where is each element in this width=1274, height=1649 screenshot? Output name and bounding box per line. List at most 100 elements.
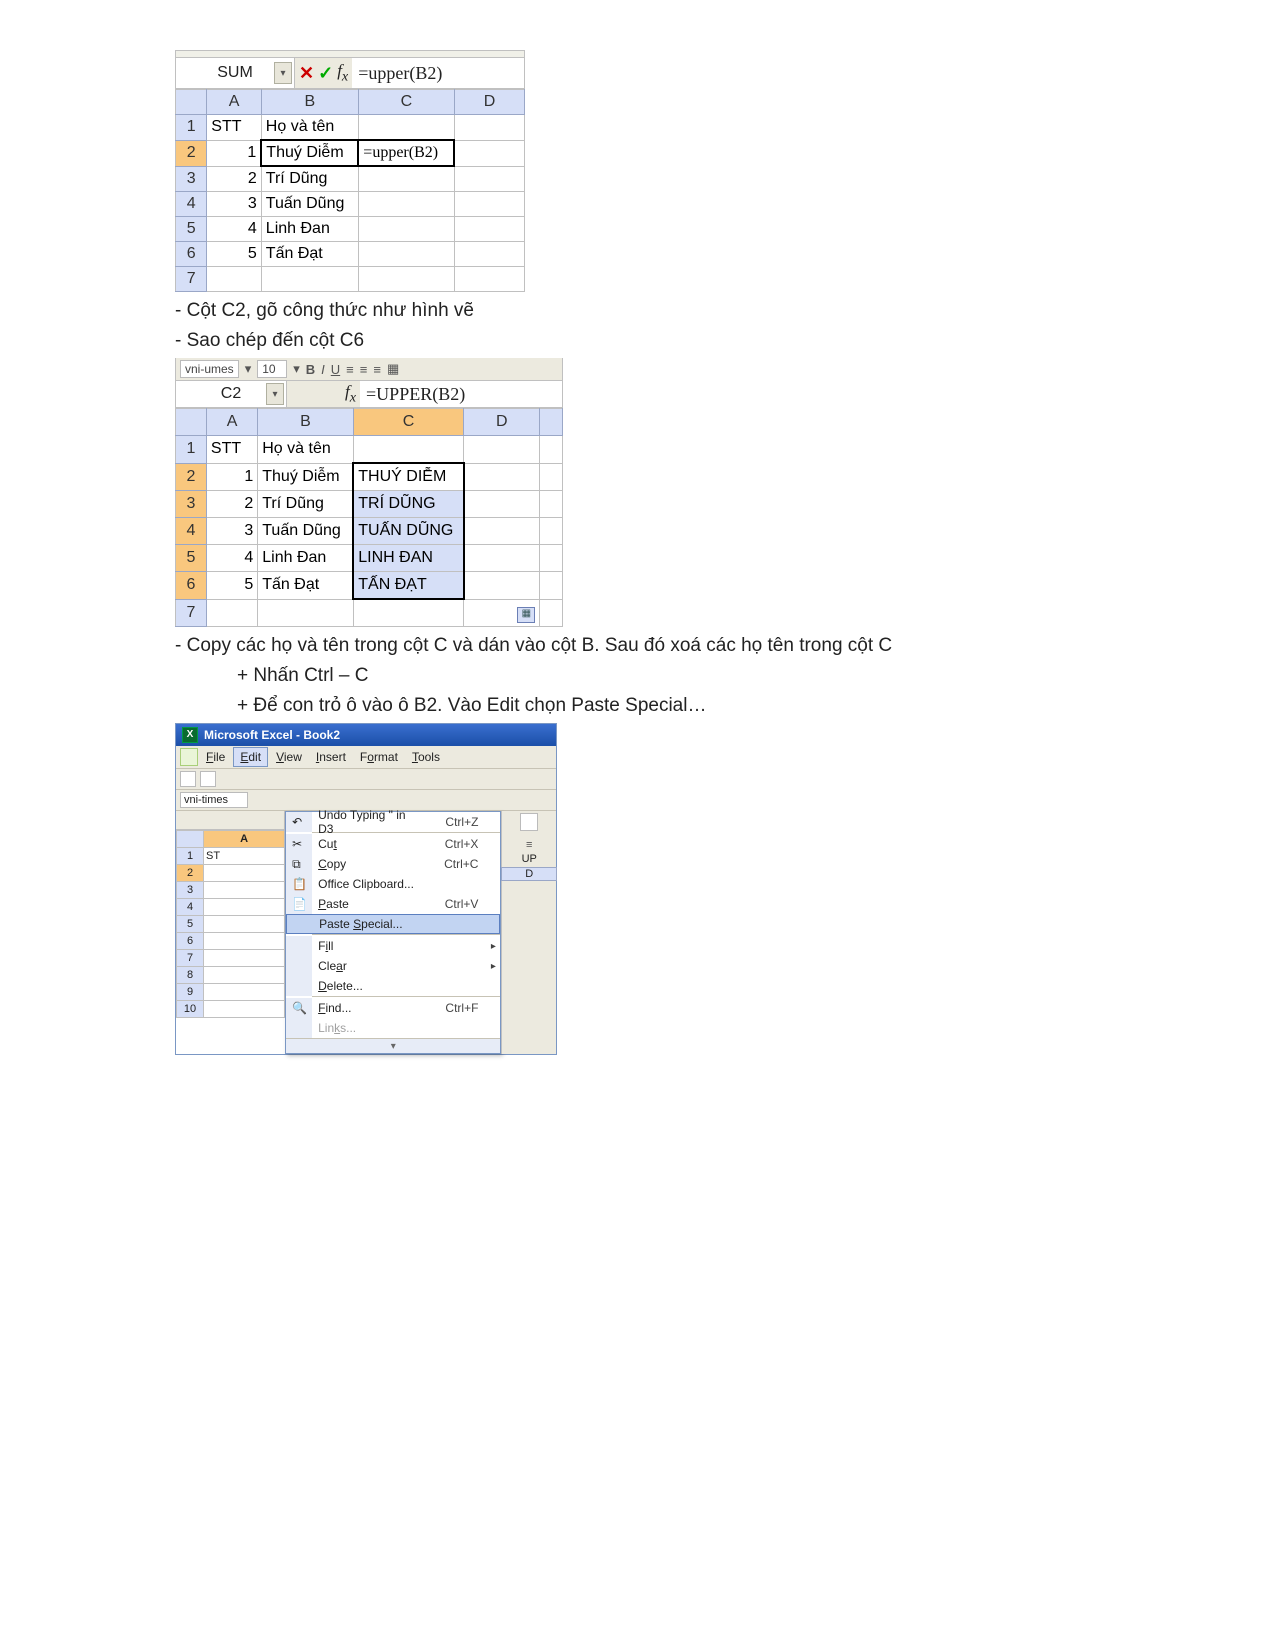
cell[interactable] xyxy=(204,950,285,967)
cell[interactable] xyxy=(464,572,540,600)
name-box-dropdown-icon[interactable]: ▾ xyxy=(274,62,292,84)
cell[interactable] xyxy=(454,192,524,217)
row-header[interactable]: 3 xyxy=(177,882,204,899)
name-box-dropdown-icon[interactable]: ▾ xyxy=(266,383,284,405)
col-header-A[interactable]: A xyxy=(206,409,257,436)
cell[interactable] xyxy=(204,865,285,882)
col-header-E[interactable] xyxy=(540,409,563,436)
menu-expand-icon[interactable]: ▾ xyxy=(286,1038,500,1053)
cell[interactable] xyxy=(454,140,524,166)
align-center-icon[interactable]: ≡ xyxy=(360,362,368,377)
cell[interactable]: 1 xyxy=(207,140,262,166)
select-all-corner[interactable] xyxy=(176,409,207,436)
select-all-corner[interactable] xyxy=(176,90,207,115)
cell-C2-active[interactable]: THUÝ DIỄM xyxy=(353,463,463,491)
cell[interactable] xyxy=(464,545,540,572)
cell[interactable] xyxy=(358,115,454,141)
col-header-A[interactable]: A xyxy=(204,831,285,848)
col-header-D[interactable]: D xyxy=(454,90,524,115)
cell-A1[interactable]: ST xyxy=(204,848,285,865)
row-header[interactable]: 8 xyxy=(177,967,204,984)
col-header-C[interactable]: C xyxy=(358,90,454,115)
menu-item-find[interactable]: 🔍 Find... Ctrl+F xyxy=(286,998,500,1018)
menu-format[interactable]: Format xyxy=(354,748,404,766)
menu-item-undo[interactable]: ↶ Undo Typing " in D3 Ctrl+Z xyxy=(286,812,500,832)
cell[interactable] xyxy=(540,572,563,600)
cell[interactable] xyxy=(540,491,563,518)
cell[interactable] xyxy=(204,882,285,899)
row-header[interactable]: 4 xyxy=(176,192,207,217)
name-box-2[interactable]: C2 ▾ xyxy=(176,381,287,407)
cell[interactable] xyxy=(540,599,563,627)
cell[interactable] xyxy=(204,916,285,933)
col-header-A[interactable]: A xyxy=(207,90,262,115)
row-header[interactable]: 3 xyxy=(176,491,207,518)
cell[interactable] xyxy=(353,599,463,627)
menu-edit-open[interactable]: Edit xyxy=(233,747,268,767)
cell[interactable] xyxy=(358,267,454,292)
menu-view[interactable]: View xyxy=(270,748,308,766)
cell[interactable]: Thuý Diễm xyxy=(258,463,354,491)
cell[interactable]: Trí Dũng xyxy=(258,491,354,518)
col-header-D[interactable]: D xyxy=(464,409,540,436)
row-header[interactable]: 7 xyxy=(176,599,207,627)
row-header[interactable]: 5 xyxy=(176,217,207,242)
menu-item-fill[interactable]: Fill ▸ xyxy=(286,936,500,956)
cell[interactable] xyxy=(358,192,454,217)
row-header[interactable]: 7 xyxy=(176,267,207,292)
fx-icon[interactable]: fx xyxy=(337,61,348,85)
select-all-corner[interactable] xyxy=(177,831,204,848)
col-header-C-selected[interactable]: C xyxy=(353,409,463,436)
enter-icon[interactable]: ✓ xyxy=(318,63,333,84)
row-header[interactable]: 7 xyxy=(177,950,204,967)
cell[interactable]: Tấn Đạt xyxy=(258,572,354,600)
row-header[interactable]: 4 xyxy=(176,518,207,545)
menu-item-paste[interactable]: 📄 Paste Ctrl+V xyxy=(286,894,500,914)
row-header[interactable]: 1 xyxy=(176,115,207,141)
cell[interactable] xyxy=(358,217,454,242)
font-size-box[interactable]: 10 xyxy=(257,360,287,378)
cell[interactable]: Họ và tên xyxy=(261,115,358,141)
cell[interactable] xyxy=(540,436,563,464)
cell[interactable]: 2 xyxy=(206,491,257,518)
cell[interactable] xyxy=(454,217,524,242)
menu-item-paste-special-selected[interactable]: Paste Special... xyxy=(286,914,500,934)
cell[interactable] xyxy=(207,267,262,292)
name-box-1[interactable]: SUM ▾ xyxy=(176,58,295,88)
cell[interactable] xyxy=(454,166,524,192)
cell[interactable] xyxy=(261,267,358,292)
cell[interactable]: 2 xyxy=(207,166,262,192)
cell[interactable]: TRÍ DŨNG xyxy=(353,491,463,518)
cell[interactable]: 1 xyxy=(206,463,257,491)
cell[interactable]: Tấn Đạt xyxy=(261,242,358,267)
cell[interactable] xyxy=(464,436,540,464)
cell[interactable] xyxy=(204,967,285,984)
menu-tools[interactable]: Tools xyxy=(406,748,446,766)
cell-C2-editing[interactable]: =upper(B2) xyxy=(358,140,454,166)
cell[interactable]: STT xyxy=(207,115,262,141)
italic-icon[interactable]: I xyxy=(321,362,325,377)
cell[interactable] xyxy=(540,518,563,545)
cell[interactable] xyxy=(206,599,257,627)
cell[interactable]: 4 xyxy=(207,217,262,242)
cancel-icon[interactable]: ✕ xyxy=(299,63,314,84)
cell[interactable] xyxy=(540,545,563,572)
formula-input-1[interactable]: =upper(B2) xyxy=(352,58,524,88)
row-header[interactable]: 10 xyxy=(177,1001,204,1018)
toolbar-icon[interactable] xyxy=(520,813,538,831)
cell[interactable]: 5 xyxy=(207,242,262,267)
cell[interactable]: 3 xyxy=(206,518,257,545)
menu-item-copy[interactable]: ⧉ Copy Ctrl+C xyxy=(286,854,500,874)
row-header[interactable]: 4 xyxy=(177,899,204,916)
row-header[interactable]: 6 xyxy=(176,572,207,600)
cell[interactable]: TUẤN DŨNG xyxy=(353,518,463,545)
row-header[interactable]: 6 xyxy=(177,933,204,950)
cell[interactable]: 5 xyxy=(206,572,257,600)
autofill-options-icon[interactable]: ▦ xyxy=(517,607,535,623)
cell[interactable] xyxy=(464,518,540,545)
align-icon[interactable]: ≡ xyxy=(526,839,532,851)
row-header[interactable]: 5 xyxy=(176,545,207,572)
row-header[interactable]: 1 xyxy=(176,436,207,464)
cell[interactable]: TẤN ĐẠT xyxy=(353,572,463,600)
cell[interactable]: ▦ xyxy=(464,599,540,627)
